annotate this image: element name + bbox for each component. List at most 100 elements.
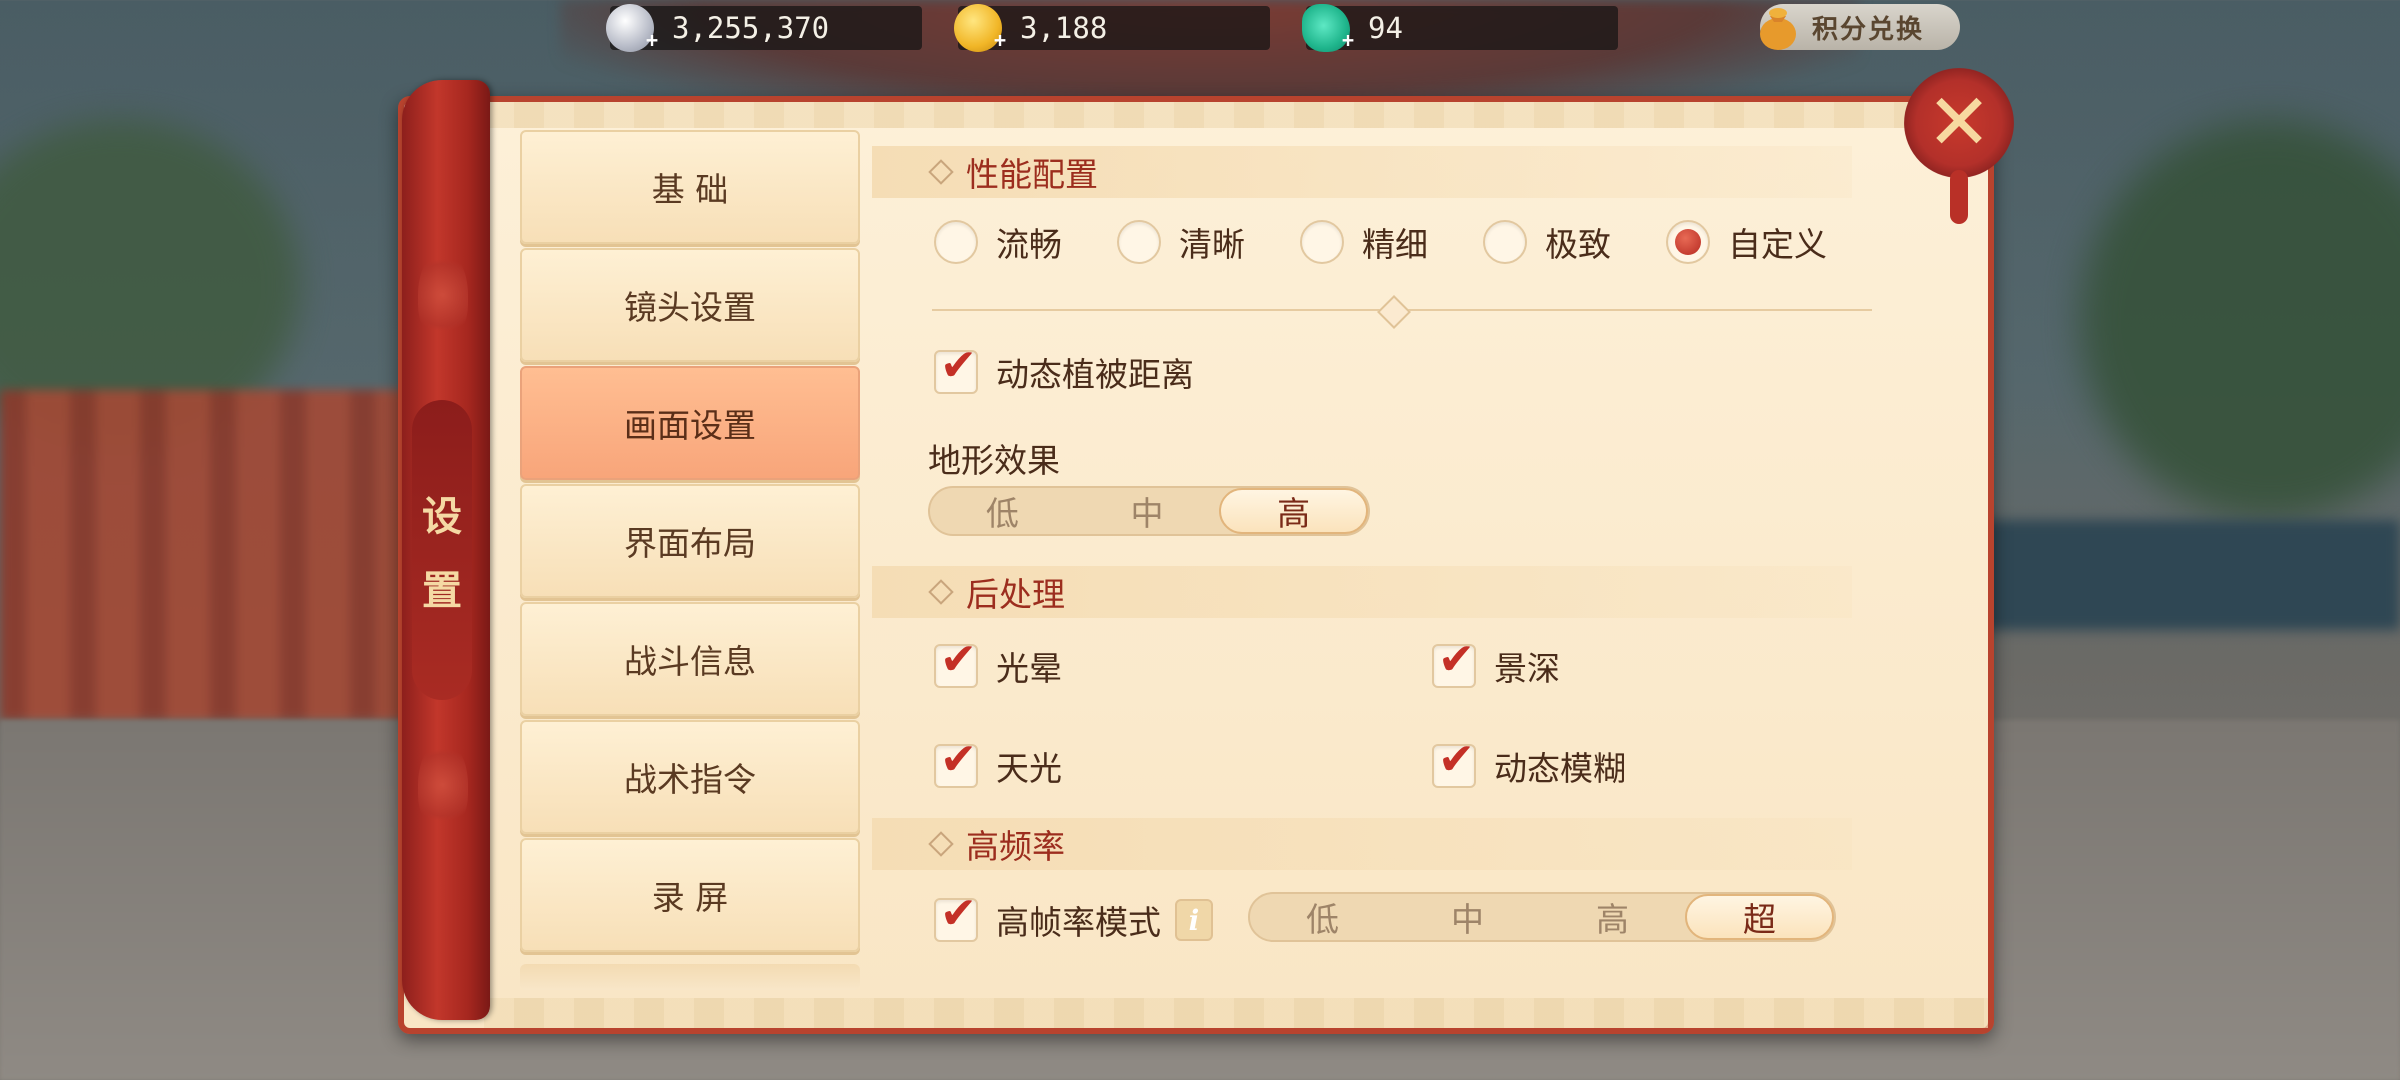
terrain-low-option[interactable]: 低	[930, 488, 1075, 534]
diamond-icon	[928, 159, 954, 185]
sidebar-item-label: 基 础	[651, 170, 729, 209]
dynamic-vegetation-checkbox[interactable]: ✔ 动态植被距离	[934, 344, 1194, 396]
jade-currency[interactable]: + 94	[1302, 4, 1618, 52]
diamond-icon	[928, 831, 954, 857]
sidebar-item-label: 录 屏	[651, 878, 729, 917]
silver-amount: 3,255,370	[672, 11, 830, 45]
add-gold-icon[interactable]: +	[994, 28, 1006, 52]
checkmark-icon: ✔	[940, 340, 977, 391]
radio-circle	[934, 220, 978, 264]
preset-ultimate-radio[interactable]: 极致	[1483, 218, 1666, 266]
divider-ornament	[1377, 295, 1411, 329]
panel-title-char: 置	[422, 567, 462, 614]
checkbox: ✔	[1432, 638, 1476, 688]
checkmark-icon: ✔	[1438, 634, 1475, 685]
checkbox: ✔	[1432, 738, 1476, 788]
diamond-icon	[928, 579, 954, 605]
fps-mid-option[interactable]: 中	[1395, 894, 1540, 940]
frame-rate-selector: 低 中 高 超	[1248, 892, 1836, 942]
radio-label: 清晰	[1179, 225, 1245, 264]
gold-currency[interactable]: + 3,188	[954, 4, 1270, 52]
checkbox-label: 景深	[1494, 649, 1560, 688]
section-header-high-frequency: 高频率	[872, 818, 1852, 870]
radio-label: 自定义	[1728, 225, 1827, 264]
radio-circle	[1117, 220, 1161, 264]
sidebar-item-screen-record[interactable]: 录 屏	[520, 838, 860, 952]
close-button[interactable]: ✕	[1904, 68, 2014, 178]
bloom-checkbox[interactable]: ✔ 光晕	[934, 638, 1062, 690]
panel-title: 设 置	[412, 400, 472, 700]
add-jade-icon[interactable]: +	[1342, 28, 1354, 52]
gold-amount: 3,188	[1020, 11, 1108, 45]
radio-circle	[1483, 220, 1527, 264]
checkbox: ✔	[934, 738, 978, 788]
sidebar-item-label: 界面布局	[624, 524, 756, 563]
panel-border-pattern	[484, 102, 1988, 128]
sidebar-item-tactics[interactable]: 战术指令	[520, 720, 860, 834]
terrain-mid-option[interactable]: 中	[1075, 488, 1220, 534]
checkbox-label: 高帧率模式	[996, 903, 1161, 942]
radio-label: 流畅	[996, 225, 1062, 264]
sidebar-item-label: 战斗信息	[624, 642, 756, 681]
background-tree	[2080, 120, 2400, 520]
checkmark-icon: ✔	[1438, 734, 1475, 785]
preset-clear-radio[interactable]: 清晰	[1117, 218, 1300, 266]
background-building	[1980, 520, 2400, 630]
skylight-checkbox[interactable]: ✔ 天光	[934, 738, 1062, 790]
fps-ultra-option[interactable]: 超	[1685, 894, 1834, 940]
checkbox-label: 动态模糊	[1494, 749, 1626, 788]
depth-of-field-checkbox[interactable]: ✔ 景深	[1432, 638, 1560, 690]
fps-high-option[interactable]: 高	[1540, 894, 1685, 940]
preset-fine-radio[interactable]: 精细	[1300, 218, 1483, 266]
sidebar-scroll-hint	[520, 964, 860, 990]
checkbox: ✔	[934, 638, 978, 688]
radio-circle-selected	[1666, 220, 1710, 264]
checkbox-label: 天光	[996, 749, 1062, 788]
graphics-settings-content: 性能配置 流畅 清晰 精细 极致 自定义 ✔ 动态植被距离 地形效果 低 中 高…	[872, 136, 1872, 986]
sidebar-item-graphics[interactable]: 画面设置	[520, 366, 860, 480]
radio-label: 极致	[1545, 225, 1611, 264]
checkbox: ✔	[934, 892, 978, 942]
sidebar-item-layout[interactable]: 界面布局	[520, 484, 860, 598]
spine-ornament	[418, 740, 468, 830]
sidebar-item-battle-info[interactable]: 战斗信息	[520, 602, 860, 716]
preset-custom-radio[interactable]: 自定义	[1666, 218, 1849, 266]
terrain-quality-selector: 低 中 高	[928, 486, 1370, 536]
performance-preset-group: 流畅 清晰 精细 极致 自定义	[934, 218, 1849, 266]
tassel-ornament	[1950, 170, 1968, 224]
checkbox-label: 动态植被距离	[996, 355, 1194, 394]
radio-label: 精细	[1362, 225, 1428, 264]
checkbox-label: 光晕	[996, 649, 1062, 688]
sidebar-item-label: 画面设置	[624, 406, 756, 445]
silver-currency[interactable]: + 3,255,370	[606, 4, 922, 52]
checkmark-icon: ✔	[940, 634, 977, 685]
jade-amount: 94	[1368, 11, 1403, 45]
checkmark-icon: ✔	[940, 888, 977, 939]
points-exchange-button[interactable]: 积分兑换	[1760, 4, 1960, 50]
panel-title-char: 设	[422, 493, 462, 540]
info-icon[interactable]: i	[1175, 899, 1213, 941]
section-header-post-processing: 后处理	[872, 566, 1852, 618]
section-title: 性能配置	[966, 155, 1098, 194]
sidebar-item-camera[interactable]: 镜头设置	[520, 248, 860, 362]
terrain-effect-label: 地形效果	[928, 441, 1060, 480]
exchange-label: 积分兑换	[1812, 14, 1925, 45]
sidebar-item-basic[interactable]: 基 础	[520, 130, 860, 244]
checkbox: ✔	[934, 344, 978, 394]
preset-smooth-radio[interactable]: 流畅	[934, 218, 1117, 266]
money-bag-icon	[1754, 2, 1802, 52]
section-title: 后处理	[966, 575, 1065, 614]
radio-circle	[1300, 220, 1344, 264]
high-frame-rate-checkbox[interactable]: ✔ 高帧率模式 i	[934, 892, 1213, 944]
section-title: 高频率	[966, 827, 1065, 866]
checkmark-icon: ✔	[940, 734, 977, 785]
sidebar-item-label: 战术指令	[624, 760, 756, 799]
section-header-performance: 性能配置	[872, 146, 1852, 198]
panel-border-pattern	[484, 998, 1988, 1028]
terrain-high-option[interactable]: 高	[1219, 488, 1369, 534]
spine-ornament	[418, 250, 468, 340]
motion-blur-checkbox[interactable]: ✔ 动态模糊	[1432, 738, 1626, 790]
fps-low-option[interactable]: 低	[1250, 894, 1395, 940]
add-silver-icon[interactable]: +	[646, 28, 658, 52]
close-icon: ✕	[1926, 78, 1992, 168]
